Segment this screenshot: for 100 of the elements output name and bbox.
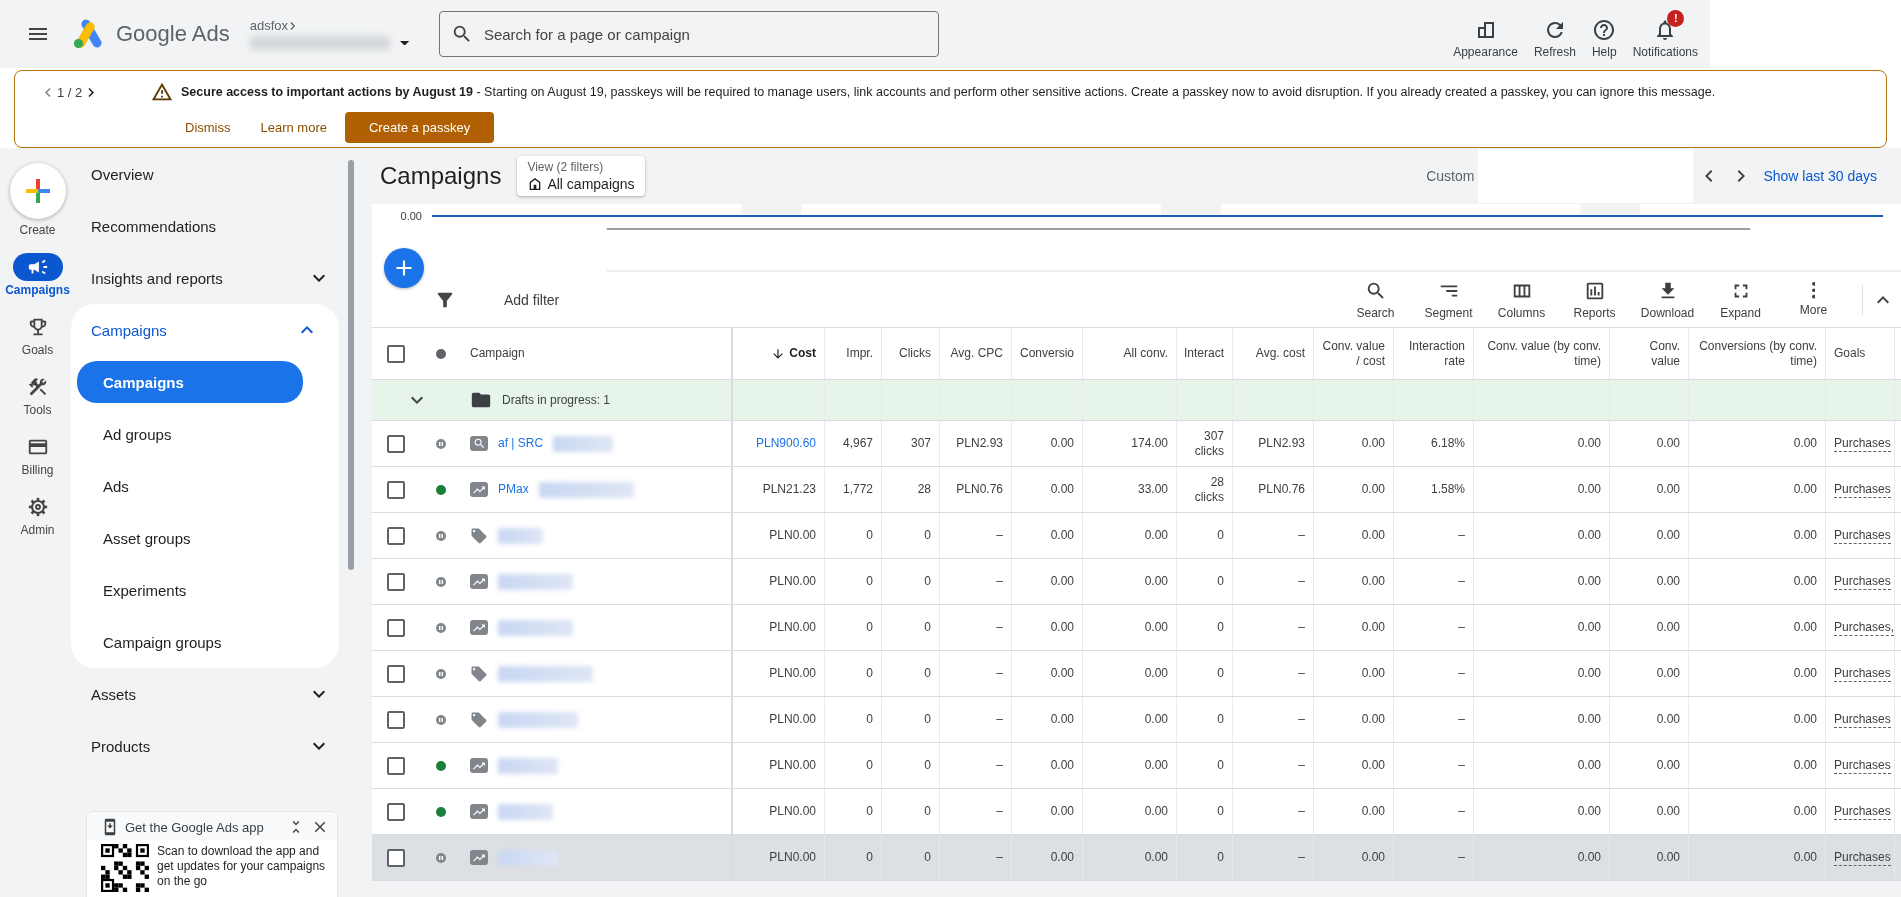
reports-tool-button[interactable]: Reports (1558, 279, 1631, 320)
row-checkbox[interactable] (386, 710, 405, 729)
more-tool-button[interactable]: More (1777, 282, 1850, 317)
row-checkbox[interactable] (386, 526, 405, 545)
column-header[interactable]: Avg. cost (1255, 346, 1305, 361)
goal-link[interactable]: Purchases, (1834, 619, 1895, 636)
add-filter-button[interactable]: Add filter (498, 290, 566, 309)
search-tool-button[interactable]: Search (1339, 279, 1412, 320)
table-cell: PLN0.76 (1258, 482, 1305, 497)
rail-item[interactable]: Admin (12, 493, 63, 537)
column-header[interactable]: All conv. (1123, 346, 1168, 361)
rail-item[interactable]: Billing (12, 433, 63, 477)
table-cell: 0.00 (1144, 758, 1168, 773)
goal-link[interactable]: Purchases (1834, 573, 1891, 590)
column-header[interactable]: Clicks (899, 346, 931, 361)
next-button[interactable] (88, 87, 95, 97)
select-all-checkbox[interactable] (386, 344, 405, 363)
table-cell: 0.00 (1793, 758, 1817, 773)
more-icon (1811, 282, 1816, 299)
rail-item[interactable]: Goals (12, 313, 63, 357)
row-checkbox[interactable] (386, 802, 405, 821)
nav-item[interactable]: Recommendations (75, 200, 345, 252)
campaign-link[interactable]: af | SRC (498, 436, 544, 451)
chevron-left-icon (45, 87, 51, 97)
column-header[interactable]: Impr. (846, 346, 873, 361)
row-checkbox[interactable] (386, 572, 405, 591)
nav-subitem[interactable]: Ad groups (77, 413, 303, 455)
columns-tool-button[interactable]: Columns (1485, 279, 1558, 320)
goal-link[interactable]: Purchases (1834, 711, 1891, 728)
nav-subitem[interactable]: Experiments (77, 569, 303, 611)
nav-item[interactable]: Insights and reports (75, 252, 345, 304)
table-cell: – (996, 850, 1003, 865)
help-button[interactable]: Help (1583, 9, 1625, 59)
table-cell: PLN0.00 (769, 804, 816, 819)
column-header[interactable]: Conv. value (1618, 338, 1680, 369)
notifications-button[interactable]: ! Notifications (1624, 9, 1706, 59)
rail-item[interactable]: Campaigns (5, 253, 70, 297)
table-cell: 0 (1217, 850, 1224, 865)
expand-button[interactable] (411, 396, 423, 404)
campaign-link[interactable]: PMax (498, 482, 529, 497)
column-header[interactable]: Cost (789, 346, 816, 361)
download-tool-button[interactable]: Download (1631, 279, 1704, 320)
nav-subitem[interactable]: Asset groups (77, 517, 303, 559)
row-checkbox[interactable] (386, 480, 405, 499)
refresh-button[interactable]: Refresh (1525, 9, 1584, 59)
goal-link[interactable]: Purchases (1834, 757, 1891, 774)
nav-subitem[interactable]: Ads (77, 465, 303, 507)
cost-link[interactable]: PLN900.60 (755, 436, 816, 451)
table-cell: 0.00 (1656, 482, 1680, 497)
table-cell: 0.00 (1050, 850, 1074, 865)
nav-item[interactable]: Products (75, 720, 345, 772)
column-header[interactable]: Conv. value / cost (1322, 338, 1385, 369)
nav-subitem[interactable]: Campaign groups (77, 621, 303, 663)
appearance-button[interactable]: Appearance (1445, 9, 1526, 59)
column-header[interactable]: Campaign (470, 346, 525, 361)
search-field[interactable]: Search for a page or campaign (438, 11, 939, 57)
column-header[interactable]: Conversio (1019, 346, 1074, 361)
segment-tool-button[interactable]: Segment (1412, 279, 1485, 320)
goal-link[interactable]: Purchases (1834, 527, 1891, 544)
row-checkbox[interactable] (386, 664, 405, 683)
column-header[interactable]: Conv. value (by conv. time) (1482, 338, 1601, 369)
create-passkey-button[interactable]: Create a passkey (345, 111, 495, 143)
goal-link[interactable]: Purchases (1834, 849, 1891, 866)
view-selector[interactable]: View (2 filters) All campaigns (517, 156, 645, 196)
table-cell: – (996, 712, 1003, 727)
text-button[interactable]: Dismiss (173, 113, 243, 141)
row-checkbox[interactable] (386, 756, 405, 775)
nav-item[interactable]: Overview (75, 148, 345, 200)
table-cell: 0.00 (1050, 666, 1074, 681)
column-header[interactable]: Interact (1183, 346, 1224, 361)
expand-tool-button[interactable]: Expand (1704, 279, 1777, 320)
goal-link[interactable]: Purchases (1834, 481, 1891, 498)
goal-link[interactable]: Purchases (1834, 435, 1891, 452)
promo-text: Scan to download the app and get updates for your campaigns on the go (157, 844, 327, 890)
nav-item[interactable]: Assets (75, 668, 345, 720)
goal-link[interactable]: Purchases (1834, 803, 1891, 820)
column-header[interactable]: Interaction rate (1402, 338, 1465, 369)
column-header[interactable]: Goals (1834, 346, 1866, 361)
row-checkbox[interactable] (386, 618, 405, 637)
column-header[interactable]: Avg. CPC (950, 346, 1003, 361)
status-header-dot (435, 348, 446, 359)
rail-item[interactable]: Tools (12, 373, 63, 417)
row-checkbox[interactable] (386, 434, 405, 453)
account-name[interactable]: adsfox (249, 18, 409, 33)
table-cell: 1,772 (842, 482, 873, 497)
table-cell: – (1458, 620, 1465, 635)
show-last-30-days-link[interactable]: Show last 30 days (1763, 168, 1877, 184)
collapse-chart-button[interactable] (1877, 295, 1889, 304)
product-name: Google Ads (116, 21, 230, 47)
nav-subitem[interactable]: Campaigns (77, 361, 303, 403)
column-header[interactable]: Conversions (by conv. time) (1697, 338, 1817, 369)
row-checkbox[interactable] (386, 848, 405, 867)
nav-item[interactable]: Campaigns (71, 304, 339, 356)
goal-link[interactable]: Purchases (1834, 665, 1891, 682)
text-button[interactable]: Learn more (248, 113, 339, 141)
chevron-down-icon (313, 742, 325, 750)
table-cell: PLN0.00 (769, 666, 816, 681)
previous-button[interactable] (45, 87, 51, 97)
table-cell: PLN0.76 (956, 482, 1003, 497)
table-cell: 174.00 (1131, 436, 1168, 451)
